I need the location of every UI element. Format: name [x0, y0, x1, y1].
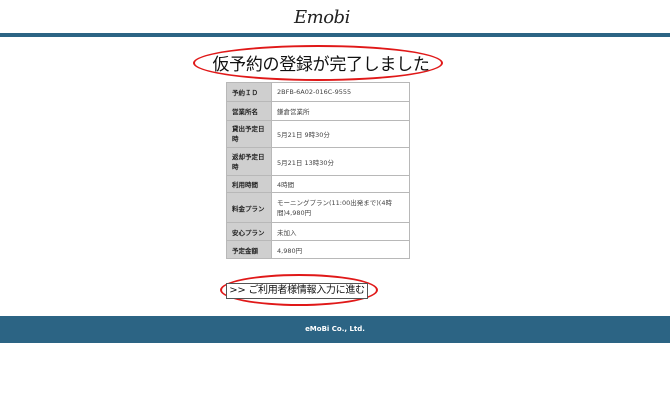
emobi-logo[interactable]: Emobi	[294, 6, 350, 30]
row-value: 5月21日 13時30分	[271, 147, 410, 176]
table-row: 貸出予定日時 5月21日 9時30分	[226, 120, 410, 148]
table-row: 安心プラン 未加入	[226, 222, 410, 241]
header-divider	[0, 33, 670, 37]
row-label: 利用時間	[226, 175, 272, 193]
row-label: 貸出予定日時	[226, 120, 272, 148]
proceed-to-user-info-button[interactable]: >> ご利用者様情報入力に進む	[226, 283, 368, 299]
row-value: 4,980円	[271, 240, 410, 259]
row-value: 2BFB-6A02-016C-9555	[271, 82, 410, 102]
row-label: 予定金額	[226, 240, 272, 259]
row-value: モーニングプラン(11:00出発まで)(4時間)4,980円	[271, 192, 410, 223]
row-label: 料金プラン	[226, 192, 272, 223]
row-label: 営業所名	[226, 101, 272, 121]
table-row: 返却予定日時 5月21日 13時30分	[226, 147, 410, 176]
copyright-text: eMoBi Co., Ltd.	[305, 325, 365, 333]
row-label: 安心プラン	[226, 222, 272, 241]
table-row: 予定金額 4,980円	[226, 240, 410, 259]
table-row: 利用時間 4時間	[226, 175, 410, 193]
row-value: 5月21日 9時30分	[271, 120, 410, 148]
page-title: 仮予約の登録が完了しました	[212, 55, 430, 75]
table-row: 営業所名 鎌倉営業所	[226, 101, 410, 121]
row-value: 鎌倉営業所	[271, 101, 410, 121]
table-row: 予約ＩＤ 2BFB-6A02-016C-9555	[226, 82, 410, 102]
table-row: 料金プラン モーニングプラン(11:00出発まで)(4時間)4,980円	[226, 192, 410, 223]
row-label: 予約ＩＤ	[226, 82, 272, 102]
row-value: 4時間	[271, 175, 410, 193]
row-label: 返却予定日時	[226, 147, 272, 176]
row-value: 未加入	[271, 222, 410, 241]
site-header: Emobi	[0, 0, 670, 37]
reservation-table: 予約ＩＤ 2BFB-6A02-016C-9555 営業所名 鎌倉営業所 貸出予定…	[226, 82, 410, 259]
site-footer: eMoBi Co., Ltd.	[0, 316, 670, 343]
